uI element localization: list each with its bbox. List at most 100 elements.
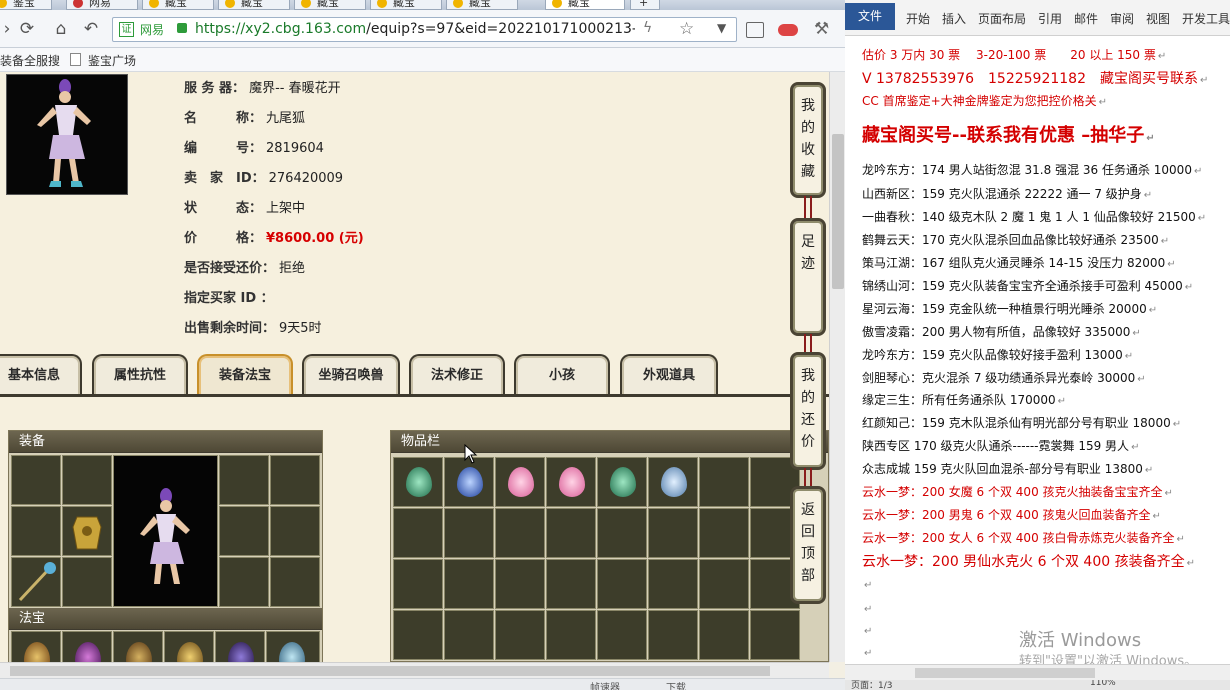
equip-slot[interactable]	[62, 557, 112, 607]
inventory-slot[interactable]	[546, 508, 596, 558]
speed-mode-icon[interactable]: ϟ	[643, 20, 652, 36]
equip-slot[interactable]	[270, 557, 320, 607]
treasure-slot[interactable]	[113, 631, 163, 662]
equip-slot[interactable]	[11, 506, 61, 556]
undo-icon[interactable]: ↶	[80, 18, 102, 40]
equip-slot[interactable]	[219, 557, 269, 607]
inventory-slot[interactable]	[495, 457, 545, 507]
page-horizontal-scrollbar[interactable]	[0, 662, 829, 678]
ribbon-tab-mailings[interactable]: 邮件	[1074, 10, 1098, 27]
tab-equipment[interactable]: 装备法宝	[197, 354, 293, 396]
equip-slot-weapon[interactable]	[11, 557, 61, 607]
inventory-slot[interactable]	[648, 457, 698, 507]
inventory-slot[interactable]	[597, 457, 647, 507]
tab-spell-correction[interactable]: 法术修正	[409, 354, 505, 396]
treasure-slot[interactable]	[215, 631, 265, 662]
browser-tab-active[interactable]: 藏宝	[545, 0, 625, 10]
ribbon-tab-layout[interactable]: 页面布局	[978, 10, 1026, 27]
scrollbar-thumb[interactable]	[915, 668, 1095, 678]
doc-horizontal-scrollbar[interactable]	[845, 664, 1230, 680]
inventory-slot[interactable]	[648, 559, 698, 609]
inventory-slot[interactable]	[495, 559, 545, 609]
tab-mounts-pets[interactable]: 坐骑召唤兽	[302, 354, 400, 396]
ribbon-tab-view[interactable]: 视图	[1146, 10, 1170, 27]
treasure-slot[interactable]	[62, 631, 112, 662]
inventory-slot[interactable]	[648, 610, 698, 660]
scrollbar-thumb[interactable]	[832, 134, 844, 289]
my-counteroffer-button[interactable]: 我的还价	[790, 352, 826, 470]
scrollbar-thumb[interactable]	[10, 666, 770, 676]
url-dropdown-icon[interactable]: ▼	[717, 21, 726, 35]
inventory-slot[interactable]	[699, 457, 749, 507]
inventory-slot[interactable]	[699, 508, 749, 558]
inventory-slot[interactable]	[648, 508, 698, 558]
refresh-icon[interactable]: ⟳	[16, 18, 38, 40]
browser-tab[interactable]: 藏宝	[370, 0, 442, 10]
inventory-slot[interactable]	[444, 508, 494, 558]
page-count[interactable]: 页面：1/3	[851, 680, 893, 690]
inventory-slot[interactable]	[699, 559, 749, 609]
equip-slot[interactable]	[270, 506, 320, 556]
status-right-text[interactable]: 下载	[666, 679, 686, 690]
zoom-level[interactable]: 110%	[1090, 680, 1116, 688]
gamepad-icon[interactable]	[778, 24, 798, 36]
inventory-slot[interactable]	[393, 559, 443, 609]
home-icon[interactable]: ⌂	[50, 18, 72, 40]
browser-tab[interactable]: 鉴宝	[0, 0, 52, 10]
inventory-slot[interactable]	[597, 508, 647, 558]
tab-appearance[interactable]: 外观道具	[620, 354, 718, 396]
ribbon-tab-references[interactable]: 引用	[1038, 10, 1062, 27]
file-tab[interactable]: 文件	[845, 3, 895, 30]
equip-slot-armor[interactable]	[62, 506, 112, 556]
my-favorites-button[interactable]: 我的收藏	[790, 82, 826, 198]
footprint-button[interactable]: 足迹	[790, 218, 826, 336]
tools-icon[interactable]: ⚒	[814, 19, 829, 39]
inventory-slot[interactable]	[444, 457, 494, 507]
inventory-slot[interactable]	[495, 610, 545, 660]
treasure-slot[interactable]	[266, 631, 320, 662]
equip-slot[interactable]	[270, 455, 320, 505]
address-bar[interactable]: 证 网易 https://xy2.cbg.163.com/equip?s=97&…	[112, 17, 737, 42]
treasure-slot[interactable]	[164, 631, 214, 662]
url-text[interactable]: https://xy2.cbg.163.com/equip?s=97&eid=2…	[195, 21, 635, 37]
inventory-slot[interactable]	[546, 610, 596, 660]
status-left-text[interactable]: 帧速器	[590, 679, 620, 690]
tab-attributes[interactable]: 属性抗性	[92, 354, 188, 396]
inventory-slot[interactable]	[597, 610, 647, 660]
bookmark-item[interactable]: 鉴宝广场	[88, 52, 136, 69]
ribbon-tab-home[interactable]: 开始	[906, 10, 930, 27]
inventory-slot[interactable]	[750, 610, 800, 660]
bookmark-item[interactable]: 装备全服搜	[0, 52, 60, 69]
browser-tab[interactable]: 藏宝	[294, 0, 366, 10]
inventory-slot[interactable]	[393, 508, 443, 558]
document-body[interactable]: 估价 3 万内 30 票 3-20-100 票 20 以上 150 票 ↵ V 1…	[845, 36, 1230, 664]
inventory-slot[interactable]	[444, 610, 494, 660]
browser-tab[interactable]: 网易	[66, 0, 138, 10]
inventory-slot[interactable]	[699, 610, 749, 660]
tab-child[interactable]: 小孩	[514, 354, 610, 396]
treasure-slot[interactable]	[11, 631, 61, 662]
inventory-slot[interactable]	[546, 457, 596, 507]
inventory-slot[interactable]	[597, 559, 647, 609]
back-to-top-button[interactable]: 返回顶部	[790, 486, 826, 604]
browser-tab[interactable]: 藏宝	[218, 0, 290, 10]
equip-slot[interactable]	[219, 455, 269, 505]
inventory-slot[interactable]	[444, 559, 494, 609]
page-vertical-scrollbar[interactable]	[829, 72, 845, 662]
browser-tab[interactable]: 藏宝	[446, 0, 518, 10]
bookmark-star-icon[interactable]: ☆	[679, 19, 694, 39]
ribbon-tab-insert[interactable]: 插入	[942, 10, 966, 27]
inventory-slot[interactable]	[393, 457, 443, 507]
certificate-icon[interactable]: 证	[119, 22, 134, 37]
equip-slot[interactable]	[219, 506, 269, 556]
new-tab-button[interactable]: +	[630, 0, 660, 10]
equip-slot[interactable]	[11, 455, 61, 505]
equip-slot[interactable]	[62, 455, 112, 505]
inventory-slot[interactable]	[495, 508, 545, 558]
browser-tab[interactable]: 藏宝	[142, 0, 214, 10]
tab-basic-info[interactable]: 基本信息	[0, 354, 82, 396]
inventory-slot[interactable]	[393, 610, 443, 660]
ribbon-tab-review[interactable]: 审阅	[1110, 10, 1134, 27]
ribbon-tab-developer[interactable]: 开发工具	[1182, 10, 1230, 27]
grid-icon[interactable]	[746, 22, 764, 38]
